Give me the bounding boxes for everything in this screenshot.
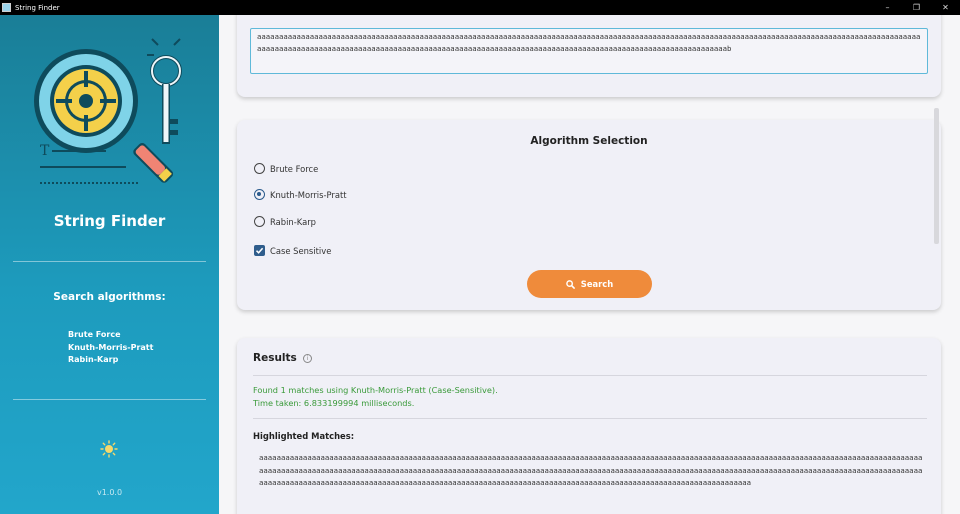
search-icon [565,279,575,289]
window-controls: – ❐ ✕ [873,0,960,15]
close-button[interactable]: ✕ [931,0,960,15]
divider [253,418,927,419]
divider [253,375,927,376]
maximize-button[interactable]: ❐ [902,0,931,15]
search-button-label: Search [580,279,614,289]
case-sensitive-label: Case Sensitive [270,245,332,256]
minimize-button[interactable]: – [873,0,902,15]
checkmark-icon[interactable] [254,245,265,256]
algorithm-item: Knuth-Morris-Pratt [68,342,154,352]
version-label: v1.0.0 [96,488,123,497]
radio-label: Knuth-Morris-Pratt [270,189,347,200]
search-button[interactable]: Search [527,270,652,298]
radio-knuth-morris-pratt[interactable]: Knuth-Morris-Pratt [254,189,347,200]
app-name: String Finder [53,212,166,230]
algorithm-item: Brute Force [68,330,121,339]
radio-button[interactable] [254,189,265,200]
match-count-status: Found 1 matches using Knuth-Morris-Pratt… [253,385,498,395]
divider [13,261,206,262]
time-taken-status: Time taken: 6.833199994 milliseconds. [253,398,415,408]
scrollbar[interactable] [934,108,939,244]
algorithm-selection-heading: Algorithm Selection [530,135,648,147]
radio-rabin-karp[interactable]: Rabin-Karp [254,216,316,227]
radio-label: Rabin-Karp [270,216,316,227]
radio-button[interactable] [254,163,265,174]
algorithm-item: Rabin-Karp [68,355,119,364]
radio-button[interactable] [254,216,265,227]
magnifier-key-logo-icon: T [34,38,182,184]
algorithms-list: Brute Force Knuth-Morris-Pratt Rabin-Kar… [68,329,153,367]
title-bar: String Finder – ❐ ✕ [0,0,960,15]
highlighted-matches-label: Highlighted Matches: [253,431,355,441]
sun-icon[interactable] [100,440,118,458]
app-icon [2,3,11,12]
highlighted-matches-text: aaaaaaaaaaaaaaaaaaaaaaaaaaaaaaaaaaaaaaaa… [259,453,923,487]
divider [13,399,206,400]
text-input[interactable]: aaaaaaaaaaaaaaaaaaaaaaaaaaaaaaaaaaaaaaaa… [250,28,928,74]
results-title-text: Results [253,352,297,364]
radio-label: Brute Force [270,163,319,174]
algorithms-heading: Search algorithms: [53,291,166,303]
input-card: aaaaaaaaaaaaaaaaaaaaaaaaaaaaaaaaaaaaaaaa… [237,15,941,97]
algorithm-selection-card: Algorithm Selection Brute Force Knuth-Mo… [237,120,941,310]
radio-brute-force[interactable]: Brute Force [254,163,318,174]
sidebar: T String Finder Search algorithms: Brute… [0,15,219,514]
info-icon[interactable]: i [302,353,312,363]
svg-text:T: T [40,143,50,159]
window-title: String Finder [15,3,60,12]
results-card: Results i Found 1 matches using Knuth-Mo… [237,338,941,514]
results-title: Results i [253,352,312,364]
main-content: aaaaaaaaaaaaaaaaaaaaaaaaaaaaaaaaaaaaaaaa… [219,15,960,514]
case-sensitive-checkbox[interactable]: Case Sensitive [254,245,331,256]
